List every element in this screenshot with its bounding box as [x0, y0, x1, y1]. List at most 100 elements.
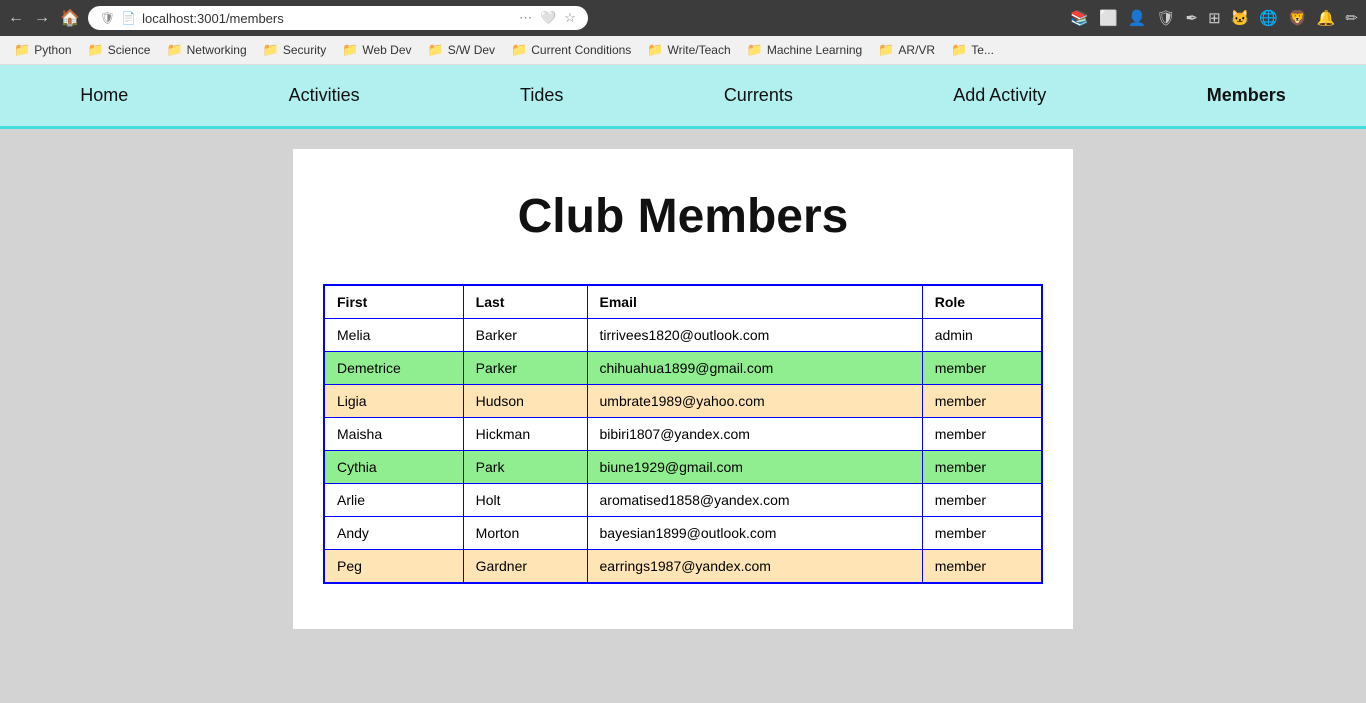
- back-icon[interactable]: ←: [8, 9, 24, 27]
- bookmark-item[interactable]: 📁 Web Dev: [336, 40, 417, 60]
- bookmark-item[interactable]: 📁Te...: [945, 40, 1000, 60]
- bookmark-item[interactable]: 📁 Machine Learning: [741, 40, 869, 60]
- nav-item-tides[interactable]: Tides: [490, 65, 593, 126]
- bookmark-item[interactable]: 📁 AR/VR: [872, 40, 941, 60]
- nav-item-activities[interactable]: Activities: [259, 65, 390, 126]
- browser-toolbar-right: 📚 ⬜ 👤 🛡 ✒ ⊞ 🐱 🌐 🦁 🔔 ✏: [1070, 9, 1358, 27]
- cell-last: Park: [463, 451, 587, 484]
- bookmark-label: Web Dev: [362, 43, 411, 57]
- bookmark-heart-icon[interactable]: 🤍: [540, 10, 556, 26]
- bookmark-item[interactable]: 📁 Security: [257, 40, 333, 60]
- cell-email: tirrivees1820@outlook.com: [587, 319, 922, 352]
- cell-first: Andy: [324, 517, 463, 550]
- cell-last: Hudson: [463, 385, 587, 418]
- cell-role: member: [922, 418, 1042, 451]
- folder-icon: 📁: [166, 42, 182, 58]
- page-content: Club Members FirstLastEmailRole MeliaBar…: [0, 129, 1366, 649]
- bookmark-label: Write/Teach: [668, 43, 731, 57]
- table-header-email: Email: [587, 285, 922, 319]
- forward-icon[interactable]: →: [34, 9, 50, 27]
- account-icon[interactable]: 👤: [1128, 9, 1147, 27]
- address-bar-actions: ⋯ 🤍 ☆: [519, 10, 576, 26]
- nav-item-members[interactable]: Members: [1177, 65, 1316, 126]
- table-header-role: Role: [922, 285, 1042, 319]
- cell-last: Barker: [463, 319, 587, 352]
- cell-role: member: [922, 451, 1042, 484]
- nav-item-home[interactable]: Home: [50, 65, 158, 126]
- cell-last: Hickman: [463, 418, 587, 451]
- cell-first: Demetrice: [324, 352, 463, 385]
- table-row: LigiaHudsonumbrate1989@yahoo.commember: [324, 385, 1042, 418]
- shield2-icon[interactable]: 🛡: [1156, 9, 1175, 27]
- bookmark-item[interactable]: 📁Python: [8, 40, 78, 60]
- folder-icon: 📁: [747, 42, 763, 58]
- table-row: ArlieHoltaromatised1858@yandex.commember: [324, 484, 1042, 517]
- bookmark-label: Science: [108, 43, 151, 57]
- folder-icon: 📁: [263, 42, 279, 58]
- cell-email: chihuahua1899@gmail.com: [587, 352, 922, 385]
- cell-role: admin: [922, 319, 1042, 352]
- cat-icon[interactable]: 🐱: [1231, 9, 1250, 27]
- table-row: AndyMortonbayesian1899@outlook.commember: [324, 517, 1042, 550]
- content-card: Club Members FirstLastEmailRole MeliaBar…: [293, 149, 1073, 629]
- browser-chrome: ← → 🏠 🛡 📄 localhost:3001/members ⋯ 🤍 ☆ 📚…: [0, 0, 1366, 36]
- cell-role: member: [922, 385, 1042, 418]
- tabs-icon[interactable]: ⬜: [1099, 9, 1118, 27]
- bookmark-label: Te...: [971, 43, 994, 57]
- bookmarks-bar: 📁Python📁Science📁Networking📁Security📁Web …: [0, 36, 1366, 65]
- bookmark-item[interactable]: 📁Write/Teach: [641, 40, 736, 60]
- cell-role: member: [922, 352, 1042, 385]
- page-title: Club Members: [323, 189, 1043, 244]
- bookmark-label: Machine Learning: [767, 43, 862, 57]
- home-icon[interactable]: 🏠: [60, 8, 80, 28]
- cell-email: umbrate1989@yahoo.com: [587, 385, 922, 418]
- bookmark-label: Python: [34, 43, 71, 57]
- url-text: localhost:3001/members: [142, 11, 513, 26]
- cell-last: Parker: [463, 352, 587, 385]
- table-row: CythiaParkbiune1929@gmail.commember: [324, 451, 1042, 484]
- cell-email: bayesian1899@outlook.com: [587, 517, 922, 550]
- cell-role: member: [922, 517, 1042, 550]
- bookmark-label: Security: [283, 43, 326, 57]
- address-bar[interactable]: 🛡 📄 localhost:3001/members ⋯ 🤍 ☆: [88, 6, 588, 30]
- folder-icon: 📁: [88, 42, 104, 58]
- cell-last: Holt: [463, 484, 587, 517]
- bookmark-item[interactable]: 📁S/W Dev: [422, 40, 502, 60]
- cell-first: Arlie: [324, 484, 463, 517]
- pen2-icon[interactable]: ✏: [1345, 9, 1358, 27]
- bookmark-label: Networking: [187, 43, 247, 57]
- grid-icon[interactable]: ⊞: [1208, 9, 1221, 27]
- cell-first: Peg: [324, 550, 463, 584]
- cell-email: aromatised1858@yandex.com: [587, 484, 922, 517]
- cell-email: biune1929@gmail.com: [587, 451, 922, 484]
- bookmark-item[interactable]: 📁Current Conditions: [505, 40, 637, 60]
- app-nav: Home Activities Tides Currents Add Activity M…: [0, 65, 1366, 129]
- bookmark-label: AR/VR: [898, 43, 935, 57]
- notif-icon[interactable]: 🔔: [1317, 9, 1336, 27]
- table-header-last: Last: [463, 285, 587, 319]
- nav-item-add-activity[interactable]: Add Activity: [923, 65, 1076, 126]
- cell-first: Ligia: [324, 385, 463, 418]
- folder-icon: 📁: [428, 42, 444, 58]
- folder-icon: 📁: [878, 42, 894, 58]
- cell-first: Maisha: [324, 418, 463, 451]
- cell-first: Melia: [324, 319, 463, 352]
- browser-ext-icon[interactable]: 🌐: [1259, 9, 1278, 27]
- pen-icon[interactable]: ✒: [1186, 9, 1199, 27]
- bookmark-item[interactable]: 📁 Science: [82, 40, 157, 60]
- library-icon[interactable]: 📚: [1070, 9, 1089, 27]
- brave-icon[interactable]: 🦁: [1288, 9, 1307, 27]
- cell-first: Cythia: [324, 451, 463, 484]
- star-icon[interactable]: ☆: [564, 10, 576, 26]
- folder-icon: 📁: [342, 42, 358, 58]
- nav-item-currents[interactable]: Currents: [694, 65, 823, 126]
- cell-role: member: [922, 484, 1042, 517]
- cell-email: bibiri1807@yandex.com: [587, 418, 922, 451]
- table-row: MaishaHickmanbibiri1807@yandex.commember: [324, 418, 1042, 451]
- bookmark-item[interactable]: 📁 Networking: [160, 40, 252, 60]
- shield-icon: 🛡: [100, 11, 115, 25]
- bookmark-label: Current Conditions: [531, 43, 631, 57]
- more-icon[interactable]: ⋯: [519, 10, 532, 26]
- table-header-first: First: [324, 285, 463, 319]
- table-row: DemetriceParkerchihuahua1899@gmail.comme…: [324, 352, 1042, 385]
